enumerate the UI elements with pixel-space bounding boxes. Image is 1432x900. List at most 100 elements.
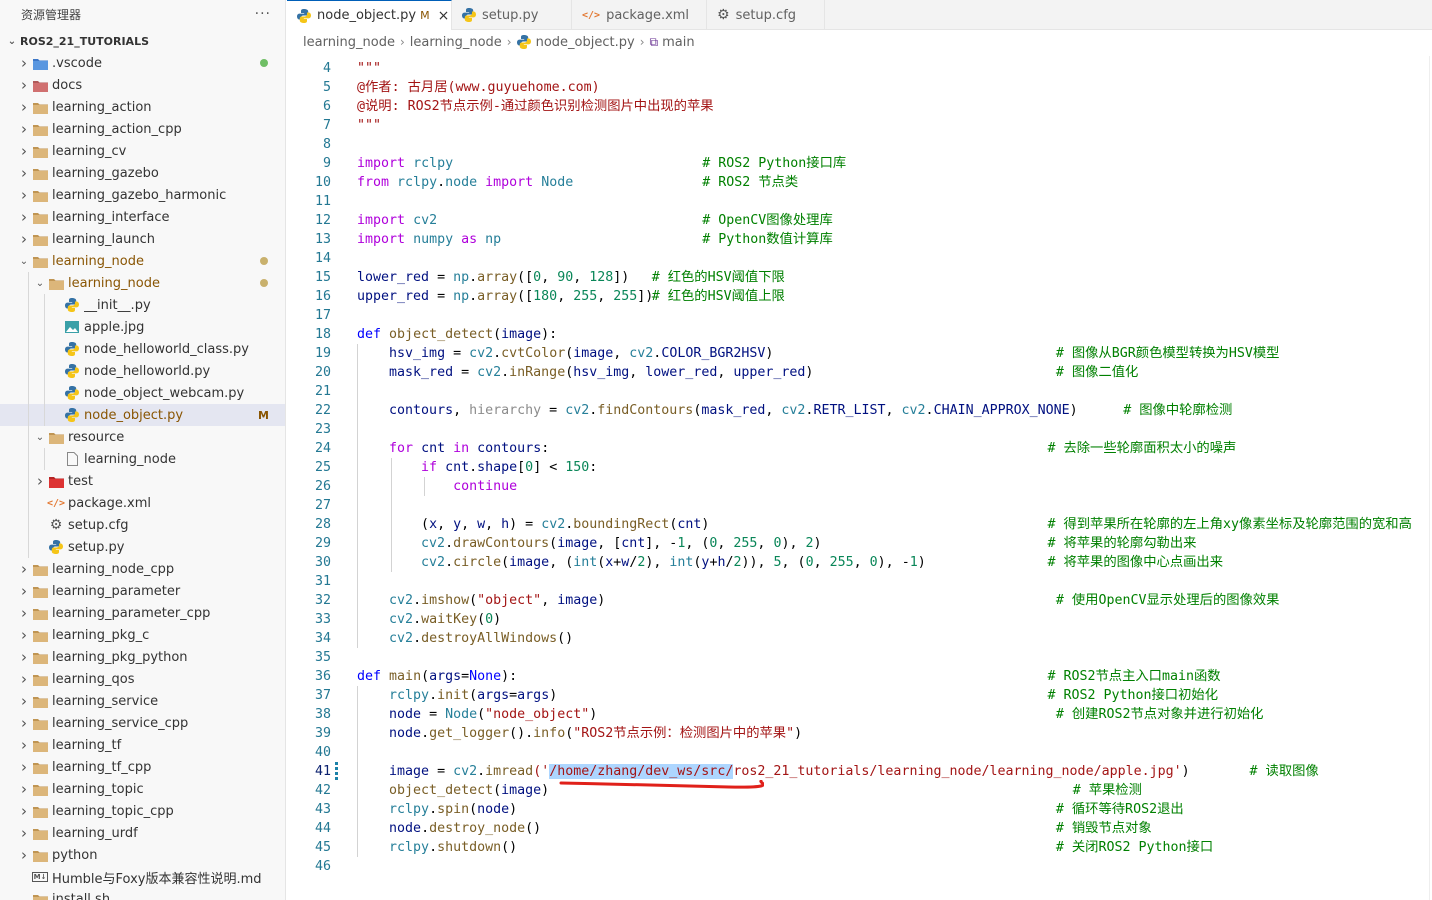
code-line[interactable]: 18 def object_detect(image):: [287, 325, 1432, 344]
chevron-right-icon[interactable]: ›: [16, 847, 32, 863]
code-line[interactable]: 26 continue: [287, 477, 1432, 496]
chevron-right-icon[interactable]: ›: [16, 605, 32, 621]
tree-item[interactable]: › learning_gazebo_harmonic: [0, 184, 285, 206]
chevron-right-icon[interactable]: ›: [16, 825, 32, 841]
tree-item[interactable]: › learning_pkg_python: [0, 646, 285, 668]
code-line[interactable]: 24 for cnt in contours: # 去除一些轮廓面积太小的噪声: [287, 439, 1432, 458]
code-line[interactable]: 44 node.destroy_node() # 销毁节点对象: [287, 819, 1432, 838]
tree-item[interactable]: apple.jpg: [0, 316, 285, 338]
breadcrumb-item[interactable]: node_object.py: [536, 35, 635, 50]
tree-item[interactable]: › learning_pkg_c: [0, 624, 285, 646]
code-line[interactable]: 6 @说明: ROS2节点示例-通过颜色识别检测图片中出现的苹果: [287, 97, 1432, 116]
code-line[interactable]: 12 import cv2 # OpenCV图像处理库: [287, 211, 1432, 230]
chevron-right-icon[interactable]: ›: [16, 187, 32, 203]
chevron-right-icon[interactable]: ›: [16, 209, 32, 225]
code-line[interactable]: 7 """: [287, 116, 1432, 135]
chevron-right-icon[interactable]: ›: [16, 583, 32, 599]
code-line[interactable]: 31: [287, 572, 1432, 591]
code-line[interactable]: 15 lower_red = np.array([0, 90, 128]) # 红色…: [287, 268, 1432, 287]
tab-package-xml[interactable]: </> package.xml: [572, 0, 707, 30]
chevron-right-icon[interactable]: ›: [16, 737, 32, 753]
code-line[interactable]: 16 upper_red = np.array([180, 255, 255]) #…: [287, 287, 1432, 306]
chevron-right-icon[interactable]: ›: [16, 671, 32, 687]
code-line[interactable]: 28 (x, y, w, h) = cv2.boundingRect(cnt) #…: [287, 515, 1432, 534]
tree-item[interactable]: › learning_launch: [0, 228, 285, 250]
code-line[interactable]: 22 contours, hierarchy = cv2. findContour…: [287, 401, 1432, 420]
code-line[interactable]: 46: [287, 857, 1432, 876]
code-editor[interactable]: 4 """ 5 @作者: 古月居(www.guyuehome.com) 6 @说明: RO…: [287, 56, 1432, 900]
code-line[interactable]: 8: [287, 135, 1432, 154]
tree-item[interactable]: › learning_parameter: [0, 580, 285, 602]
chevron-right-icon[interactable]: ›: [16, 99, 32, 115]
tree-item[interactable]: › learning_urdf: [0, 822, 285, 844]
code-line[interactable]: 19 hsv_img = cv2.cvtColor(image, cv2.COL…: [287, 344, 1432, 363]
tree-item[interactable]: › learning_topic_cpp: [0, 800, 285, 822]
tree-item[interactable]: › learning_topic: [0, 778, 285, 800]
tree-item[interactable]: › python: [0, 844, 285, 866]
tree-item[interactable]: › learning_tf_cpp: [0, 756, 285, 778]
git-change-marker[interactable]: [335, 762, 338, 781]
chevron-right-icon[interactable]: ›: [16, 649, 32, 665]
tree-item[interactable]: node_helloworld_class.py: [0, 338, 285, 360]
tree-item[interactable]: ⚙ setup.cfg: [0, 514, 285, 536]
chevron-right-icon[interactable]: ›: [16, 165, 32, 181]
code-line[interactable]: 11: [287, 192, 1432, 211]
tree-item[interactable]: ⌄ learning_node: [0, 250, 285, 272]
code-line[interactable]: 45 rclpy.shutdown() # 关闭ROS2 Python接口: [287, 838, 1432, 857]
tree-item[interactable]: __init__.py: [0, 294, 285, 316]
chevron-right-icon[interactable]: ›: [16, 759, 32, 775]
chevron-down-icon[interactable]: ⌄: [16, 256, 32, 267]
code-line[interactable]: 33 cv2.waitKey(0): [287, 610, 1432, 629]
code-line[interactable]: 37 rclpy.init(args=args) # ROS2 Python接口初…: [287, 686, 1432, 705]
tree-item[interactable]: › learning_node_cpp: [0, 558, 285, 580]
code-line[interactable]: 36 def main(args=None): # ROS2节点主入口main函数: [287, 667, 1432, 686]
tab-node-object-py[interactable]: node_object.py M ×: [287, 0, 452, 30]
code-line[interactable]: 35: [287, 648, 1432, 667]
tree-item[interactable]: › learning_qos: [0, 668, 285, 690]
code-line[interactable]: 43 rclpy.spin(node) # 循环等待ROS2退出: [287, 800, 1432, 819]
tree-item[interactable]: › learning_gazebo: [0, 162, 285, 184]
tree-item[interactable]: › learning_cv: [0, 140, 285, 162]
code-line[interactable]: 14: [287, 249, 1432, 268]
tree-item[interactable]: › learning_action_cpp: [0, 118, 285, 140]
code-line[interactable]: 42 object_detect(image) # 苹果检测: [287, 781, 1432, 800]
chevron-down-icon[interactable]: ⌄: [32, 432, 48, 443]
code-line[interactable]: 5 @作者: 古月居(www.guyuehome.com): [287, 78, 1432, 97]
tree-item[interactable]: M↓ Humble与Foxy版本兼容性说明.md: [0, 866, 285, 888]
chevron-right-icon[interactable]: ›: [16, 627, 32, 643]
chevron-right-icon[interactable]: ›: [16, 55, 32, 71]
code-line[interactable]: 30 cv2.circle(image, (int(x+w/2), int(y+…: [287, 553, 1432, 572]
code-line[interactable]: 4 """: [287, 59, 1432, 78]
code-line[interactable]: 17: [287, 306, 1432, 325]
tree-item[interactable]: setup.py: [0, 536, 285, 558]
code-line[interactable]: 13 import numpy as np # Python数值计算库: [287, 230, 1432, 249]
code-line[interactable]: 20 mask_red = cv2.inRange(hsv_img, lower…: [287, 363, 1432, 382]
tree-item[interactable]: install.sh: [0, 888, 285, 900]
code-line[interactable]: 29 cv2.drawContours(image, [cnt], -1, (0…: [287, 534, 1432, 553]
chevron-right-icon[interactable]: ›: [16, 121, 32, 137]
chevron-right-icon[interactable]: ›: [16, 781, 32, 797]
tree-item[interactable]: › test: [0, 470, 285, 492]
tree-item[interactable]: ⌄ resource: [0, 426, 285, 448]
tab-setup-cfg[interactable]: ⚙ setup.cfg: [707, 0, 825, 30]
tree-item[interactable]: node_object_webcam.py: [0, 382, 285, 404]
chevron-right-icon[interactable]: ›: [16, 561, 32, 577]
code-line[interactable]: 10 from rclpy.node import Node # ROS2 节点类: [287, 173, 1432, 192]
code-line[interactable]: 41 image = cv2.imread('/home/zhang/dev_w…: [287, 762, 1432, 781]
workspace-root[interactable]: ⌄ ROS2_21_TUTORIALS: [0, 30, 285, 52]
tab-setup-py[interactable]: setup.py: [452, 0, 572, 30]
tree-item[interactable]: › learning_parameter_cpp: [0, 602, 285, 624]
tree-item[interactable]: › docs: [0, 74, 285, 96]
breadcrumb-item[interactable]: learning_node: [410, 35, 502, 50]
breadcrumb-item[interactable]: learning_node: [303, 35, 395, 50]
more-actions-icon[interactable]: ···: [255, 6, 271, 22]
tree-item[interactable]: › learning_service_cpp: [0, 712, 285, 734]
close-icon[interactable]: ×: [438, 8, 450, 24]
tree-item[interactable]: node_object.py M: [0, 404, 285, 426]
chevron-right-icon[interactable]: ›: [32, 473, 48, 489]
chevron-right-icon[interactable]: ›: [16, 77, 32, 93]
tree-item[interactable]: › learning_action: [0, 96, 285, 118]
tree-item[interactable]: › learning_tf: [0, 734, 285, 756]
tree-item[interactable]: learning_node: [0, 448, 285, 470]
chevron-right-icon[interactable]: ›: [16, 715, 32, 731]
